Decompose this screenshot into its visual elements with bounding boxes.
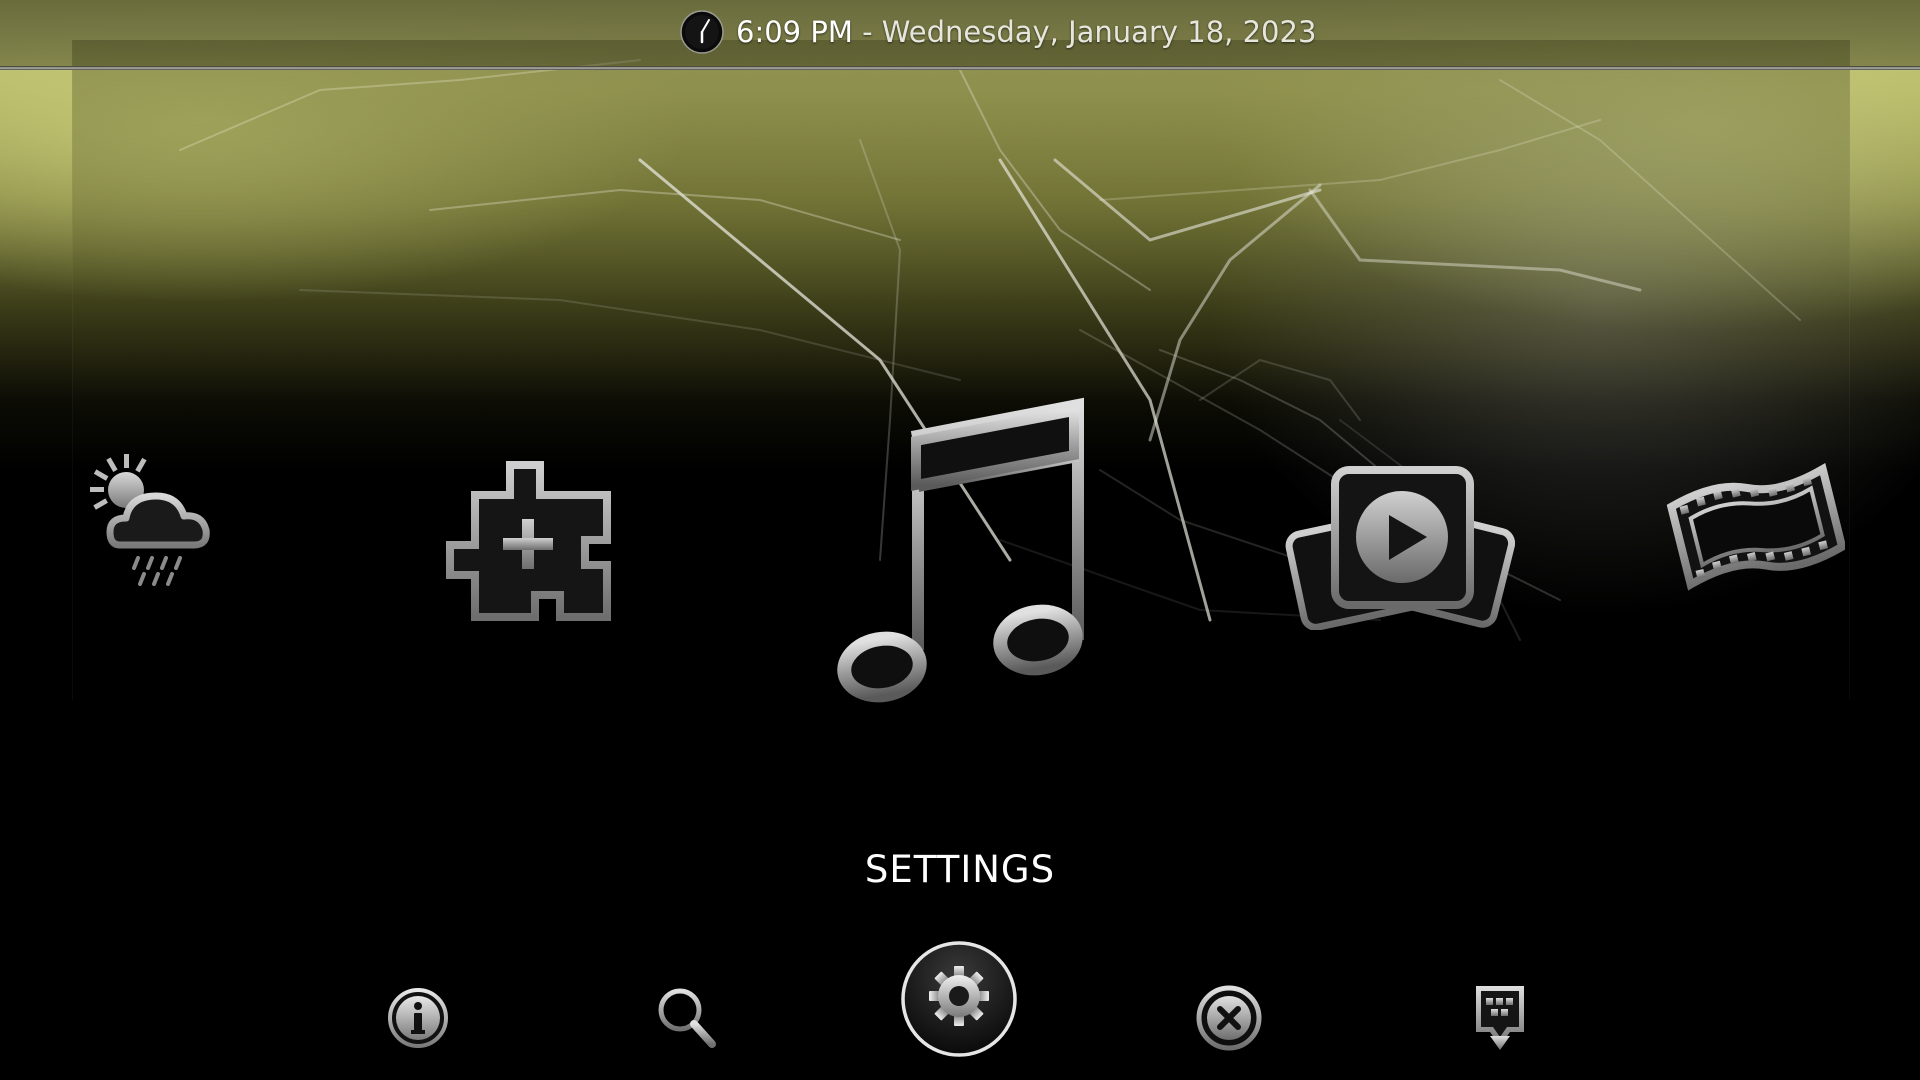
menu-item-videos[interactable] <box>1285 460 1515 630</box>
download-icon <box>1470 980 1530 1056</box>
home-screen: 6:09 PM - Wednesday, January 18, 2023 SE… <box>0 0 1920 1080</box>
main-menu <box>0 0 1920 800</box>
focused-item-label: SETTINGS <box>864 848 1056 891</box>
gear-icon <box>898 938 1020 1060</box>
settings-button[interactable] <box>898 938 1020 1060</box>
menu-item-music[interactable] <box>830 395 1090 715</box>
music-note-icon <box>830 395 1090 715</box>
play-icon <box>1285 460 1515 630</box>
film-strip-icon <box>1665 445 1845 595</box>
info-button[interactable] <box>386 986 450 1050</box>
menu-item-addons[interactable] <box>445 455 615 625</box>
menu-item-movies[interactable] <box>1665 445 1845 595</box>
menu-item-weather[interactable] <box>80 450 250 610</box>
search-button[interactable] <box>654 984 720 1050</box>
info-icon <box>386 986 450 1050</box>
favourites-button[interactable] <box>1470 980 1530 1056</box>
bottom-bar <box>0 920 1920 1080</box>
weather-icon <box>80 450 250 610</box>
search-icon <box>654 984 720 1050</box>
close-icon <box>1195 984 1263 1052</box>
exit-button[interactable] <box>1195 984 1263 1052</box>
puzzle-plus-icon <box>445 455 615 625</box>
